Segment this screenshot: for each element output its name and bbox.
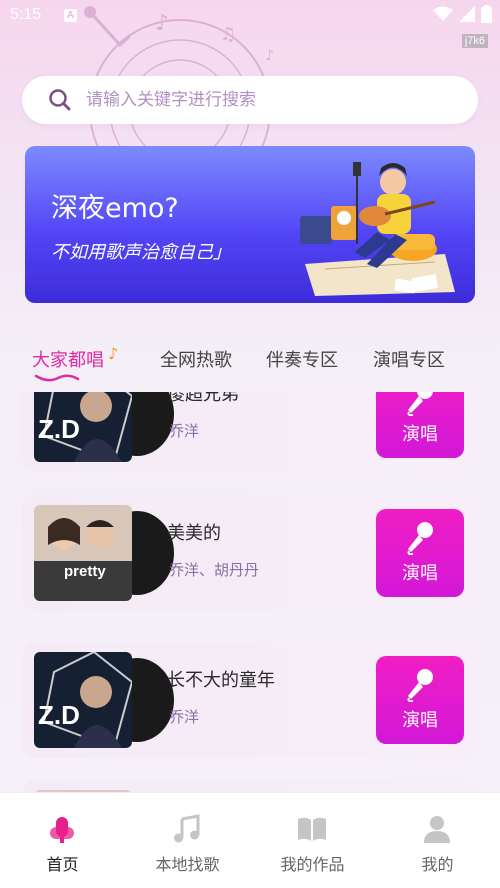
status-tag: j7k6 xyxy=(461,34,488,48)
sing-button-label: 演唱 xyxy=(402,563,438,584)
category-tabs: 大家都唱 ♪ 全网热歌 伴奏专区 演唱专区 xyxy=(0,340,500,386)
status-bar: 5:15 A j7k6 xyxy=(0,0,500,48)
nav-label: 本地找歌 xyxy=(155,855,220,874)
promo-banner[interactable]: 深夜emo? 不如用歌声治愈自己」 xyxy=(25,146,475,303)
status-time: 5:15 xyxy=(10,6,42,23)
user-icon xyxy=(424,816,450,843)
album-cover: Z.D xyxy=(34,652,132,748)
search-bar[interactable] xyxy=(22,76,478,124)
nav-me[interactable]: 我的 xyxy=(375,793,500,888)
song-artist: 乔洋 xyxy=(169,422,200,440)
sing-button[interactable]: 演唱 xyxy=(376,392,464,458)
svg-text:♪: ♪ xyxy=(265,48,274,64)
wifi-icon xyxy=(433,6,453,21)
microphone-icon xyxy=(407,669,433,702)
song-artist: 乔洋、胡丹丹 xyxy=(169,561,260,579)
tab-everyone-sings[interactable]: 大家都唱 xyxy=(32,346,104,372)
nav-my-works[interactable]: 我的作品 xyxy=(250,793,375,888)
microphone-icon xyxy=(407,522,433,555)
book-icon xyxy=(298,817,326,841)
nav-label: 首页 xyxy=(46,855,79,874)
sing-button[interactable]: 演唱 xyxy=(376,656,464,744)
song-title: 美美的 xyxy=(167,523,221,544)
nav-label: 我的作品 xyxy=(280,855,345,874)
song-list: Z.D 傻超兄弟 乔洋 演唱 pretty 美美的 乔洋、胡丹丹 演唱 Z.D … xyxy=(0,392,500,792)
music-note-icon xyxy=(174,814,200,843)
sing-button-label: 演唱 xyxy=(402,424,438,445)
battery-icon xyxy=(481,5,492,23)
sing-button-label: 演唱 xyxy=(402,710,438,731)
tab-performance[interactable]: 演唱专区 xyxy=(373,346,445,372)
tab-active-indicator xyxy=(34,374,80,382)
svg-text:Z.D: Z.D xyxy=(38,414,80,444)
sing-button[interactable]: 演唱 xyxy=(376,509,464,597)
list-item[interactable] xyxy=(22,780,478,792)
bottom-navigation: 首页 本地找歌 我的作品 我的 xyxy=(0,792,500,888)
list-item[interactable]: Z.D 长不大的童年 乔洋 演唱 xyxy=(22,642,478,758)
album-cover-text: pretty xyxy=(64,563,106,580)
nav-local-songs[interactable]: 本地找歌 xyxy=(125,793,250,888)
mic-icon xyxy=(50,817,74,843)
list-item[interactable]: Z.D 傻超兄弟 乔洋 演唱 xyxy=(22,392,478,472)
song-artist: 乔洋 xyxy=(169,708,200,726)
song-title: 长不大的童年 xyxy=(167,670,275,691)
banner-subtitle: 不如用歌声治愈自己」 xyxy=(51,242,231,263)
tab-accompaniment[interactable]: 伴奏专区 xyxy=(266,346,338,372)
status-a-badge: A xyxy=(64,9,77,22)
list-item[interactable]: pretty 美美的 乔洋、胡丹丹 演唱 xyxy=(22,495,478,611)
song-title: 傻超兄弟 xyxy=(167,392,239,405)
nav-label: 我的 xyxy=(421,855,454,874)
status-icons xyxy=(433,5,492,23)
music-note-icon: ♪ xyxy=(108,344,119,363)
guitar-player-illustration xyxy=(300,162,455,296)
search-icon xyxy=(49,89,71,111)
tab-hot-songs[interactable]: 全网热歌 xyxy=(160,346,232,372)
banner-title: 深夜emo? xyxy=(51,193,179,224)
svg-text:Z.D: Z.D xyxy=(38,700,80,730)
album-cover: pretty xyxy=(34,505,132,601)
search-input[interactable] xyxy=(86,90,426,110)
signal-icon xyxy=(459,6,475,22)
microphone-icon xyxy=(407,392,433,416)
album-cover: Z.D xyxy=(34,392,132,462)
nav-home[interactable]: 首页 xyxy=(0,793,125,888)
